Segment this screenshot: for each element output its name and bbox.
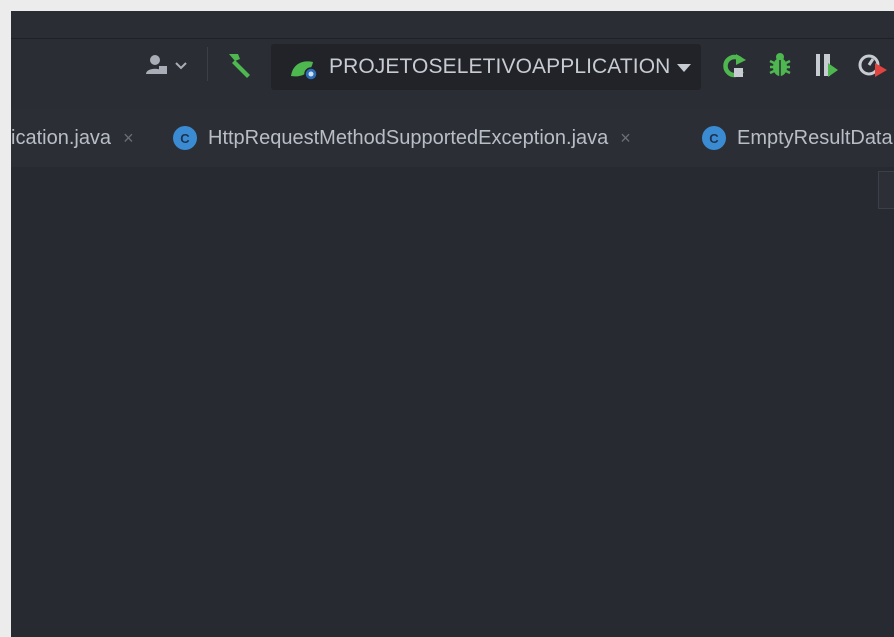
close-icon[interactable]: × xyxy=(620,128,631,149)
toolbar-separator xyxy=(207,47,208,81)
bug-icon[interactable] xyxy=(767,51,793,79)
spring-boot-icon xyxy=(291,61,318,81)
tab-label: ication.java xyxy=(11,126,112,149)
editor-area[interactable] xyxy=(11,167,894,637)
class-icon: C xyxy=(173,126,197,150)
tab-label: HttpRequestMethodSupportedException.java xyxy=(208,126,609,149)
run-configuration-selector[interactable]: PROJETOSELETIVOAPPLICATION xyxy=(271,44,701,90)
coverage-icon[interactable] xyxy=(812,51,840,79)
rerun-icon[interactable] xyxy=(722,51,748,79)
close-icon[interactable]: × xyxy=(123,128,134,149)
hammer-icon[interactable] xyxy=(223,51,253,79)
profile-icon[interactable] xyxy=(857,51,889,79)
scrollbar-marker[interactable] xyxy=(878,171,894,209)
title-strip xyxy=(11,11,894,39)
class-icon: C xyxy=(702,126,726,150)
triangle-down-icon[interactable] xyxy=(677,64,691,72)
user-icon[interactable] xyxy=(145,54,171,76)
chevron-down-icon[interactable] xyxy=(175,62,187,70)
tab-application-java[interactable]: ication.java × xyxy=(11,109,134,167)
main-toolbar: PROJETOSELETIVOAPPLICATION xyxy=(11,39,894,109)
tab-http-request-method-supported-exception[interactable]: C HttpRequestMethodSupportedException.ja… xyxy=(173,109,631,167)
editor-tabs: ication.java × C HttpRequestMethodSuppor… xyxy=(11,109,894,167)
run-configuration-label: PROJETOSELETIVOAPPLICATION xyxy=(329,55,671,78)
tab-label: EmptyResultData xyxy=(737,126,893,149)
tab-empty-result-data[interactable]: C EmptyResultData xyxy=(702,109,893,167)
ide-window: PROJETOSELETIVOAPPLICATION ication.java … xyxy=(11,11,894,637)
